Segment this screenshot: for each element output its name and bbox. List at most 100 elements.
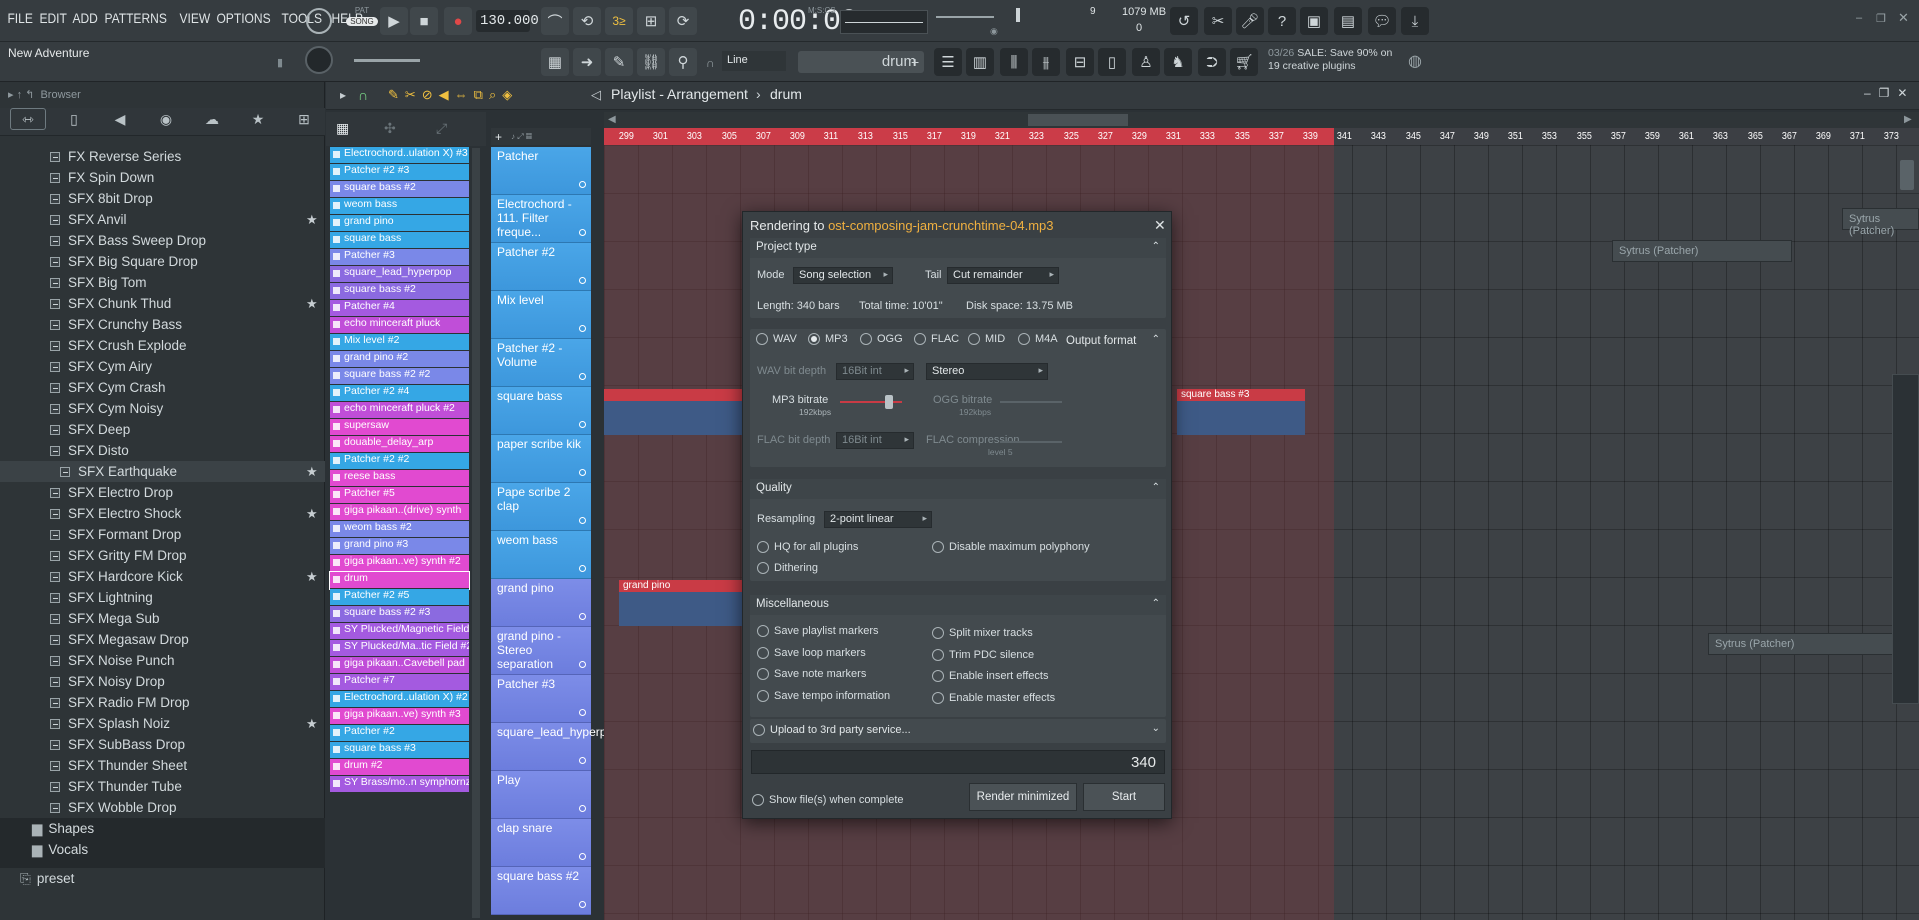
- scroll-right-icon[interactable]: ▶: [1904, 114, 1912, 125]
- misc-option[interactable]: Enable master effects: [932, 691, 1055, 704]
- piano-icon[interactable]: ▦: [541, 48, 569, 76]
- track-mute-icon[interactable]: [579, 709, 586, 716]
- snap-select[interactable]: Line: [722, 51, 786, 71]
- expand-icon[interactable]: [50, 235, 60, 246]
- stamp-icon[interactable]: ⚲: [669, 48, 697, 76]
- dithering-checkbox[interactable]: Dithering: [757, 562, 818, 574]
- maximize-icon[interactable]: ❐: [1876, 12, 1886, 25]
- piano-roll-icon[interactable]: ▥: [966, 48, 994, 76]
- expand-icon[interactable]: [50, 214, 60, 225]
- expand-icon[interactable]: [50, 319, 60, 330]
- cut-icon[interactable]: ✂: [1204, 7, 1232, 35]
- collapse-icon[interactable]: ⌃: [1152, 334, 1160, 345]
- picker-item[interactable]: giga pikaan..(drive) synth: [330, 504, 469, 521]
- browser-item[interactable]: SFX Lightning: [0, 587, 325, 608]
- track-mute-icon[interactable]: [579, 229, 586, 236]
- globe-icon[interactable]: ◍: [1408, 51, 1422, 71]
- track-header[interactable]: Patcher #2 - Volume: [491, 339, 591, 387]
- picker-item[interactable]: square_lead_hyperpop: [330, 266, 469, 283]
- collapse-icon[interactable]: ⌃: [1152, 598, 1160, 609]
- picker-item[interactable]: Patcher #2 #3: [330, 164, 469, 181]
- expand-icon[interactable]: [50, 298, 60, 309]
- folder-preset[interactable]: ⎘ preset: [0, 868, 325, 889]
- browser-item[interactable]: SFX Noisy Drop: [0, 671, 325, 692]
- playlist-tools[interactable]: ✎✂⊘◀⇔⧉⌕◈: [388, 87, 518, 103]
- format-mid[interactable]: MID: [968, 333, 1005, 345]
- track-header[interactable]: clap snare: [491, 819, 591, 867]
- picker-item[interactable]: Patcher #2 #5: [330, 589, 469, 606]
- expand-icon[interactable]: [50, 571, 60, 582]
- step-edit-button[interactable]: 3≥: [605, 7, 633, 35]
- disable-polyphony-checkbox[interactable]: Disable maximum polyphony: [932, 541, 1090, 553]
- track-mute-icon[interactable]: [579, 325, 586, 332]
- favorites-icon[interactable]: ★: [240, 108, 276, 130]
- track-header[interactable]: paper scribe kik: [491, 435, 591, 483]
- upload-toggle[interactable]: Upload to 3rd party service...: [753, 724, 911, 736]
- fruity-panel-edge[interactable]: [1892, 374, 1919, 704]
- track-mute-icon[interactable]: [579, 373, 586, 380]
- browser-item[interactable]: SFX Cym Crash: [0, 377, 325, 398]
- download-icon[interactable]: ⤓: [1401, 7, 1429, 35]
- track-mute-icon[interactable]: [579, 469, 586, 476]
- browser-item[interactable]: SFX Noise Punch: [0, 650, 325, 671]
- picker-item[interactable]: echo minceraft pluck: [330, 317, 469, 334]
- track-mute-icon[interactable]: [579, 757, 586, 764]
- format-ogg[interactable]: OGG: [860, 333, 903, 345]
- playlist-speaker-icon[interactable]: ◁: [591, 87, 601, 103]
- picker-item[interactable]: square bass #2 #3: [330, 606, 469, 623]
- expand-icon[interactable]: [50, 361, 60, 372]
- track-header[interactable]: grand pino - Stereo separation: [491, 627, 591, 675]
- add-track-icon[interactable]: +: [495, 130, 502, 144]
- expand-icon[interactable]: [50, 445, 60, 456]
- browser-item[interactable]: SFX Big Square Drop: [0, 251, 325, 272]
- picker-item[interactable]: giga pikaan..ve) synth #3: [330, 708, 469, 725]
- misc-option[interactable]: Save playlist markers: [757, 625, 879, 637]
- menu-patterns[interactable]: PATTERNS: [101, 10, 170, 26]
- files-icon[interactable]: ▯: [56, 108, 92, 130]
- browser-item[interactable]: SFX 8bit Drop: [0, 188, 325, 209]
- sytrus-window-2[interactable]: Sytrus (Patcher): [1708, 633, 1919, 655]
- track-header[interactable]: weom bass: [491, 531, 591, 579]
- wav-bit-select[interactable]: 16Bit int: [836, 363, 914, 380]
- metronome-icon[interactable]: ⌒: [541, 7, 569, 35]
- plugins-icon[interactable]: ◉: [148, 108, 184, 130]
- format-mp3[interactable]: MP3: [808, 333, 848, 345]
- menu-edit[interactable]: EDIT: [36, 10, 70, 26]
- ogg-bitrate-slider[interactable]: [1000, 401, 1062, 403]
- browser-item[interactable]: SFX Big Tom: [0, 272, 325, 293]
- track-header[interactable]: square bass: [491, 387, 591, 435]
- scroll-left-icon[interactable]: ◀: [608, 114, 616, 125]
- mp3-bitrate-handle[interactable]: [885, 395, 893, 409]
- expand-icon[interactable]: [50, 508, 60, 519]
- menu-options[interactable]: OPTIONS: [213, 10, 274, 26]
- track-header[interactable]: Play: [491, 771, 591, 819]
- track-mute-icon[interactable]: [579, 613, 586, 620]
- expand-icon[interactable]: [50, 613, 60, 624]
- collapse-icon[interactable]: ⌃: [1152, 241, 1160, 252]
- save-icon[interactable]: ▣: [1300, 7, 1328, 35]
- track-header[interactable]: Mix level: [491, 291, 591, 339]
- picker-item[interactable]: SY Brass/mo..n symphornz: [330, 776, 469, 793]
- picker-item[interactable]: Patcher #2 #2: [330, 453, 469, 470]
- browser-item[interactable]: SFX Thunder Tube: [0, 776, 325, 797]
- undo-icon[interactable]: ↺: [1170, 7, 1198, 35]
- expand-icon[interactable]: [50, 760, 60, 771]
- main-slider[interactable]: [354, 59, 420, 62]
- expand-icon[interactable]: [50, 739, 60, 750]
- expand-icon[interactable]: [50, 676, 60, 687]
- misc-option[interactable]: Save loop markers: [757, 646, 866, 659]
- track-mute-icon[interactable]: [579, 517, 586, 524]
- expand-icon[interactable]: [50, 193, 60, 204]
- expand-icon[interactable]: [50, 550, 60, 561]
- picker-item[interactable]: grand pino #2: [330, 351, 469, 368]
- snap-magnet-icon[interactable]: ∩: [358, 87, 368, 103]
- browser-item[interactable]: SFX Deep: [0, 419, 325, 440]
- track-mute-icon[interactable]: [579, 901, 586, 908]
- speaker-icon[interactable]: ◀: [102, 108, 138, 130]
- pitch-knob-icon[interactable]: ◉: [990, 26, 998, 37]
- countdown-icon[interactable]: ⊞: [637, 7, 665, 35]
- picker-item[interactable]: giga pikaan..Cavebell pad: [330, 657, 469, 674]
- track-mute-icon[interactable]: [579, 853, 586, 860]
- plugin-icon[interactable]: ♙: [1132, 48, 1160, 76]
- all-icon[interactable]: ⇿: [10, 108, 46, 130]
